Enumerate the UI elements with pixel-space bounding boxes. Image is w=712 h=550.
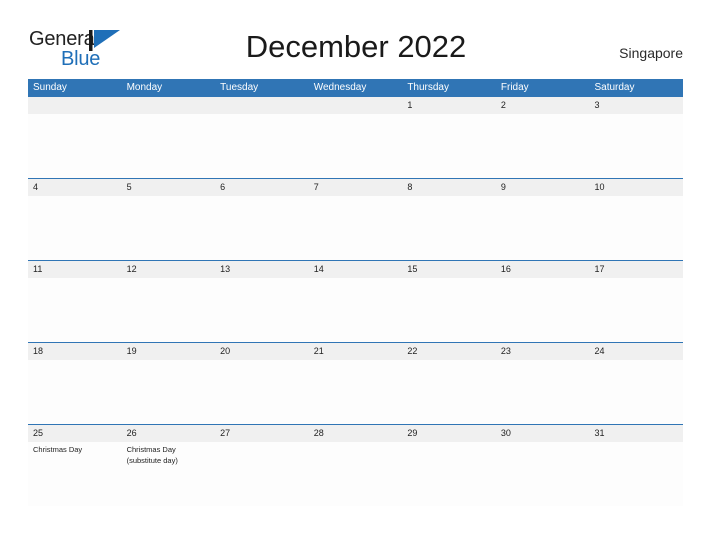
date-cell-8[interactable]: 8 bbox=[402, 179, 496, 196]
date-cell-6[interactable]: 6 bbox=[215, 179, 309, 196]
date-cell-22[interactable]: 22 bbox=[402, 343, 496, 360]
event-cell-empty bbox=[215, 114, 309, 178]
date-cell-10[interactable]: 10 bbox=[589, 179, 683, 196]
date-cell-18[interactable]: 18 bbox=[28, 343, 122, 360]
date-cell-5[interactable]: 5 bbox=[122, 179, 216, 196]
event-cell-empty bbox=[496, 278, 590, 342]
weekday-header-friday: Friday bbox=[500, 82, 529, 93]
event-cell-empty bbox=[496, 114, 590, 178]
event-cell-empty bbox=[496, 442, 590, 506]
date-cell-empty bbox=[309, 97, 403, 114]
event-cell-empty bbox=[496, 360, 590, 424]
event-cell-empty bbox=[122, 278, 216, 342]
date-cell-13[interactable]: 13 bbox=[215, 261, 309, 278]
event-band: Christmas Day Christmas Day (substitute d… bbox=[28, 442, 683, 506]
date-cell-3[interactable]: 3 bbox=[589, 97, 683, 114]
date-cell-20[interactable]: 20 bbox=[215, 343, 309, 360]
holiday-label: Christmas Day bbox=[33, 445, 83, 454]
event-band bbox=[28, 196, 683, 260]
event-cell-empty bbox=[309, 196, 403, 260]
date-cell-7[interactable]: 7 bbox=[309, 179, 403, 196]
event-cell-empty bbox=[28, 360, 122, 424]
holiday-label: Christmas Day (substitute day) bbox=[126, 445, 178, 465]
weekday-header-saturday: Saturday bbox=[594, 82, 635, 93]
weekday-header-tuesday: Tuesday bbox=[220, 82, 259, 93]
date-cell-11[interactable]: 11 bbox=[28, 261, 122, 278]
date-number-band: 25 26 27 28 29 30 31 bbox=[28, 425, 683, 442]
date-cell-24[interactable]: 24 bbox=[589, 343, 683, 360]
calendar-page: General Blue December 2022 Singapore Sun… bbox=[0, 0, 712, 550]
event-cell-empty bbox=[309, 114, 403, 178]
date-cell-2[interactable]: 2 bbox=[496, 97, 590, 114]
date-number-band: 11 12 13 14 15 16 17 bbox=[28, 261, 683, 278]
event-band bbox=[28, 278, 683, 342]
event-cell-empty bbox=[122, 114, 216, 178]
event-cell-empty bbox=[496, 196, 590, 260]
event-cell-empty bbox=[28, 278, 122, 342]
date-cell-15[interactable]: 15 bbox=[402, 261, 496, 278]
date-cell-23[interactable]: 23 bbox=[496, 343, 590, 360]
event-cell-empty bbox=[402, 360, 496, 424]
event-cell-empty bbox=[589, 196, 683, 260]
date-cell-9[interactable]: 9 bbox=[496, 179, 590, 196]
weekday-header-thursday: Thursday bbox=[407, 82, 449, 93]
calendar-week-row: 11 12 13 14 15 16 17 bbox=[28, 260, 683, 342]
date-number-band: 123 bbox=[28, 97, 683, 114]
event-cell-empty bbox=[402, 114, 496, 178]
event-cell-empty bbox=[215, 278, 309, 342]
event-cell-empty bbox=[309, 360, 403, 424]
date-cell-29[interactable]: 29 bbox=[402, 425, 496, 442]
weekday-header-sunday: Sunday bbox=[33, 82, 67, 93]
event-cell-empty bbox=[309, 442, 403, 506]
event-cell-empty bbox=[215, 442, 309, 506]
weekday-header-monday: Monday bbox=[126, 82, 163, 93]
date-cell-14[interactable]: 14 bbox=[309, 261, 403, 278]
calendar-grid: Sunday Monday Tuesday Wednesday Thursday Frid… bbox=[28, 79, 683, 506]
event-cell-empty bbox=[122, 196, 216, 260]
date-cell-31[interactable]: 31 bbox=[589, 425, 683, 442]
date-cell-17[interactable]: 17 bbox=[589, 261, 683, 278]
date-cell-empty bbox=[28, 97, 122, 114]
event-cell-empty bbox=[309, 278, 403, 342]
country-label: Singapore bbox=[619, 45, 683, 61]
event-band bbox=[28, 114, 683, 178]
date-cell-30[interactable]: 30 bbox=[496, 425, 590, 442]
event-band bbox=[28, 360, 683, 424]
date-cell-empty bbox=[122, 97, 216, 114]
event-cell-empty bbox=[402, 196, 496, 260]
date-cell-27[interactable]: 27 bbox=[215, 425, 309, 442]
event-cell-empty bbox=[122, 360, 216, 424]
event-cell-empty bbox=[28, 114, 122, 178]
page-header: General Blue December 2022 Singapore bbox=[0, 0, 712, 78]
event-cell-empty bbox=[402, 278, 496, 342]
event-cell-empty bbox=[589, 114, 683, 178]
event-cell-empty bbox=[215, 360, 309, 424]
calendar-week-row: 4 5 6 7 8 9 10 bbox=[28, 178, 683, 260]
date-cell-4[interactable]: 4 bbox=[28, 179, 122, 196]
weekday-header-row: Sunday Monday Tuesday Wednesday Thursday Frid… bbox=[28, 79, 683, 97]
event-cell-empty bbox=[589, 360, 683, 424]
weekday-header-wednesday: Wednesday bbox=[313, 82, 367, 93]
calendar-week-row: 123 bbox=[28, 97, 683, 178]
date-cell-16[interactable]: 16 bbox=[496, 261, 590, 278]
date-number-band: 4 5 6 7 8 9 10 bbox=[28, 179, 683, 196]
date-cell-1[interactable]: 1 bbox=[402, 97, 496, 114]
calendar-week-row: 18 19 20 21 22 23 24 bbox=[28, 342, 683, 424]
calendar-weeks: 1 2 3 4 5 6 7 8 9 10 11 12 13 14 15 16 17 18 19 20 21 22 23 24 2… bbox=[28, 97, 683, 506]
date-cell-empty bbox=[215, 97, 309, 114]
event-cell-empty bbox=[402, 442, 496, 506]
date-cell-19[interactable]: 19 bbox=[122, 343, 216, 360]
date-cell-21[interactable]: 21 bbox=[309, 343, 403, 360]
event-cell-empty bbox=[28, 196, 122, 260]
event-cell-empty bbox=[215, 196, 309, 260]
calendar-week-row: 25 26 27 28 29 30 31 Christmas Day Christmas Day… bbox=[28, 424, 683, 506]
event-cell-empty bbox=[589, 278, 683, 342]
event-cell-empty bbox=[589, 442, 683, 506]
date-cell-26[interactable]: 26 bbox=[122, 425, 216, 442]
date-number-band: 18 19 20 21 22 23 24 bbox=[28, 343, 683, 360]
page-title: December 2022 bbox=[245, 29, 467, 64]
date-cell-28[interactable]: 28 bbox=[309, 425, 403, 442]
date-cell-12[interactable]: 12 bbox=[122, 261, 216, 278]
date-cell-25[interactable]: 25 bbox=[28, 425, 122, 442]
